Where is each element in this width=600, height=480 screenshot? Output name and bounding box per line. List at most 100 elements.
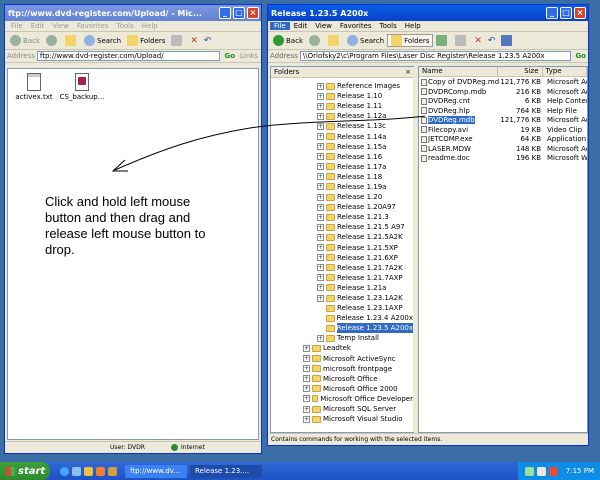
expand-toggle-icon[interactable]: + xyxy=(303,385,310,393)
links-button[interactable]: Links xyxy=(237,52,261,60)
close-button[interactable]: × xyxy=(247,7,259,19)
column-type[interactable]: Type xyxy=(543,67,587,76)
menu-tools[interactable]: Tools xyxy=(113,22,138,30)
tree-folder-item[interactable]: + Release 1.10 xyxy=(271,91,413,101)
maximize-button[interactable]: □ xyxy=(560,7,572,19)
undo-button[interactable]: ↶ xyxy=(201,36,215,46)
expand-toggle-icon[interactable]: + xyxy=(317,244,324,252)
close-button[interactable]: × xyxy=(574,7,586,19)
menu-edit[interactable]: Edit xyxy=(290,22,312,30)
menu-favorites[interactable]: Favorites xyxy=(336,22,376,30)
file-item-cs-backup[interactable]: CS_backup... xyxy=(58,73,106,101)
undo-button[interactable]: ↶ xyxy=(485,36,499,46)
tree-folder-item[interactable]: + Release 1.21.7AXP xyxy=(271,273,413,283)
expand-toggle-icon[interactable]: + xyxy=(317,274,324,282)
expand-toggle-icon[interactable]: + xyxy=(303,395,310,403)
tree-folder-item[interactable]: Release 1.23.1AXP xyxy=(271,303,413,313)
file-row[interactable]: DVDReg.hlp 764 KB Help File xyxy=(419,107,587,117)
menu-view[interactable]: View xyxy=(311,22,336,30)
go-button[interactable]: Go xyxy=(573,52,588,60)
delete-button[interactable]: ✕ xyxy=(187,36,201,46)
tree-folder-item[interactable]: + Release 1.19a xyxy=(271,182,413,192)
tree-folder-item[interactable]: + Microsoft ActiveSync xyxy=(271,354,413,364)
expand-toggle-icon[interactable]: + xyxy=(303,375,310,383)
expand-toggle-icon[interactable]: + xyxy=(317,143,324,151)
move-to-button[interactable] xyxy=(433,35,452,46)
expand-toggle-icon[interactable]: + xyxy=(317,173,324,181)
tree-folder-item[interactable]: + Microsoft Office xyxy=(271,374,413,384)
taskbar-ftp-window[interactable]: ftp://www.dv... xyxy=(125,464,187,478)
expand-toggle-icon[interactable]: + xyxy=(317,153,324,161)
up-folder-button[interactable] xyxy=(325,35,344,46)
expand-toggle-icon[interactable]: + xyxy=(303,365,310,373)
tree-folder-item[interactable]: + Microsoft Office 2000 xyxy=(271,384,413,394)
release-window-titlebar[interactable]: Release 1.23.5 A200x _ □ × xyxy=(268,5,588,21)
tree-folder-item[interactable]: + Release 1.21.6XP xyxy=(271,253,413,263)
folders-button[interactable]: Folders xyxy=(387,34,434,47)
expand-toggle-icon[interactable]: + xyxy=(317,254,324,262)
tree-folder-item[interactable]: + Release 1.18 xyxy=(271,172,413,182)
file-row[interactable]: JETCOMP.exe 64 KB Application xyxy=(419,135,587,145)
expand-toggle-icon[interactable]: + xyxy=(317,112,324,120)
forward-button[interactable] xyxy=(306,35,325,46)
ftp-window-titlebar[interactable]: ftp://www.dvd-register.com/Upload/ - Mic… xyxy=(5,5,261,21)
menu-tools[interactable]: Tools xyxy=(376,22,401,30)
minimize-button[interactable]: _ xyxy=(546,7,558,19)
column-size[interactable]: Size xyxy=(498,67,543,76)
file-row[interactable]: DVDRComp.mdb 216 KB Microsoft Ac xyxy=(419,88,587,98)
tree-folder-item[interactable]: + Release 1.20 xyxy=(271,192,413,202)
expand-toggle-icon[interactable]: + xyxy=(303,344,310,352)
file-row[interactable]: readme.doc 196 KB Microsoft W xyxy=(419,154,587,164)
expand-toggle-icon[interactable]: + xyxy=(303,415,310,423)
tree-folder-item[interactable]: Release 1.23.4 A200x xyxy=(271,313,413,323)
file-row[interactable]: DVDReg.cnt 6 KB Help Conten xyxy=(419,97,587,107)
tree-folder-item[interactable]: + Release 1.21.5XP xyxy=(271,243,413,253)
quicklaunch-media-icon[interactable] xyxy=(96,466,105,476)
expand-toggle-icon[interactable]: + xyxy=(317,193,324,201)
up-folder-button[interactable] xyxy=(62,35,81,46)
address-input[interactable]: ftp://www.dvd-register.com/Upload/ xyxy=(36,51,221,61)
expand-toggle-icon[interactable]: + xyxy=(317,133,324,141)
quicklaunch-app-icon[interactable] xyxy=(108,466,117,476)
quicklaunch-ie-icon[interactable] xyxy=(60,466,69,476)
expand-toggle-icon[interactable]: + xyxy=(317,82,324,90)
tree-folder-item[interactable]: + Microsoft SQL Server xyxy=(271,404,413,414)
copy-to-button[interactable] xyxy=(452,35,471,46)
expand-toggle-icon[interactable]: + xyxy=(317,163,324,171)
tree-folder-item[interactable]: + Release 1.21.5A2K xyxy=(271,232,413,242)
menu-edit[interactable]: Edit xyxy=(27,22,49,30)
tree-folder-item[interactable]: + Release 1.23.1A2K xyxy=(271,293,413,303)
expand-toggle-icon[interactable]: + xyxy=(303,405,310,413)
tree-folder-item[interactable]: + Release 1.21a xyxy=(271,283,413,293)
tree-folder-item[interactable]: + Microsoft Visual Studio xyxy=(271,414,413,424)
tree-folder-item[interactable]: + Release 1.11 xyxy=(271,101,413,111)
start-button[interactable]: start xyxy=(0,462,50,480)
tree-folder-item[interactable]: + Release 1.14a xyxy=(271,131,413,141)
views-button[interactable] xyxy=(498,35,517,46)
quicklaunch-outlook-icon[interactable] xyxy=(84,466,93,476)
file-row[interactable]: LASER.MDW 148 KB Microsoft Ac xyxy=(419,145,587,155)
expand-toggle-icon[interactable]: + xyxy=(317,264,324,272)
search-button[interactable]: Search xyxy=(344,35,387,46)
files-pane[interactable]: Name Size Type Copy of DVDReg.mdb 121,776… xyxy=(418,66,588,433)
folders-pane[interactable]: Folders × + Reference Images + Release 1.10… xyxy=(270,66,415,433)
tree-folder-item[interactable]: + Release 1.15a xyxy=(271,142,413,152)
tree-folder-item[interactable]: + Temp Install xyxy=(271,333,413,343)
menu-favorites[interactable]: Favorites xyxy=(73,22,113,30)
tree-folder-item[interactable]: + Leadtek xyxy=(271,343,413,353)
expand-toggle-icon[interactable]: + xyxy=(317,284,324,292)
tree-folder-item[interactable]: + Release 1.21.7A2K xyxy=(271,263,413,273)
expand-toggle-icon[interactable]: + xyxy=(317,122,324,130)
address-input[interactable]: \\Orlofsky2\c\Program Files\Laser Disc R… xyxy=(299,51,572,61)
delete-button[interactable]: ✕ xyxy=(471,36,485,46)
expand-toggle-icon[interactable]: + xyxy=(317,183,324,191)
tree-folder-item[interactable]: + Release 1.16 xyxy=(271,152,413,162)
expand-toggle-icon[interactable]: + xyxy=(317,294,324,302)
tray-network-icon[interactable] xyxy=(524,466,534,476)
menu-view[interactable]: View xyxy=(48,22,73,30)
tray-security-icon[interactable] xyxy=(548,466,558,476)
tree-folder-item[interactable]: + Release 1.17a xyxy=(271,162,413,172)
file-item-activex[interactable]: activex.txt xyxy=(14,73,54,101)
file-row[interactable]: Copy of DVDReg.mdb 121,776 KB Microsoft Ac xyxy=(419,78,587,88)
taskbar-release-window[interactable]: Release 1.23.... xyxy=(190,464,262,478)
